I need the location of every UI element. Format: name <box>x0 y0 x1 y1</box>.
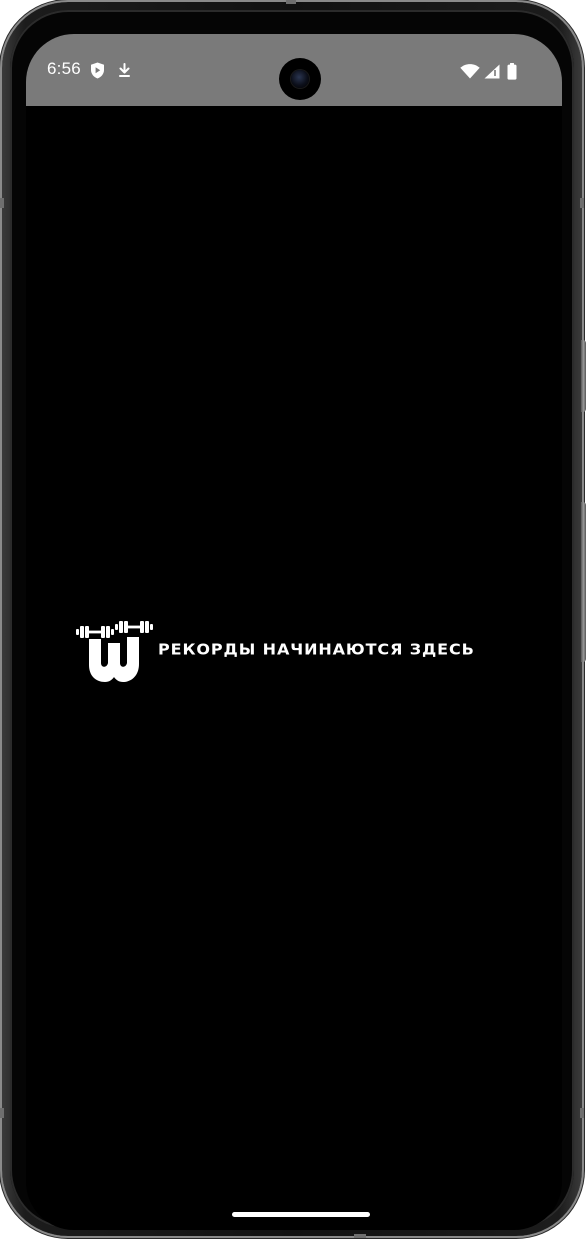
phone-frame: 6:56 РЕКОРДЫ НАЧИНАЮТСЯ ЗДЕСЬ <box>0 0 586 1238</box>
frame-antenna-line <box>580 198 584 208</box>
camera-lens <box>291 70 309 88</box>
frame-antenna-line <box>286 0 296 4</box>
tagline: РЕКОРДЫ НАЧИНАЮТСЯ ЗДЕСЬ <box>158 640 475 659</box>
frame-antenna-line <box>580 1108 584 1118</box>
home-indicator[interactable] <box>232 1212 370 1217</box>
wifi-icon <box>460 64 480 79</box>
frame-antenna-line <box>0 1108 4 1118</box>
signal-icon <box>484 64 500 79</box>
power-button[interactable] <box>581 340 586 412</box>
download-icon <box>119 63 130 77</box>
dumbbell-w-logo-icon <box>76 621 153 682</box>
volume-rocker[interactable] <box>581 502 586 662</box>
screen: 6:56 РЕКОРДЫ НАЧИНАЮТСЯ ЗДЕСЬ <box>26 34 562 1230</box>
splash-brand: РЕКОРДЫ НАЧИНАЮТСЯ ЗДЕСЬ <box>74 619 534 683</box>
front-camera <box>279 58 321 100</box>
battery-icon <box>507 63 517 80</box>
frame-antenna-line <box>0 198 4 208</box>
phone-bezel: 6:56 РЕКОРДЫ НАЧИНАЮТСЯ ЗДЕСЬ <box>10 10 574 1230</box>
status-time: 6:56 <box>47 59 81 78</box>
shield-icon <box>91 62 104 79</box>
frame-antenna-line <box>354 1234 366 1238</box>
